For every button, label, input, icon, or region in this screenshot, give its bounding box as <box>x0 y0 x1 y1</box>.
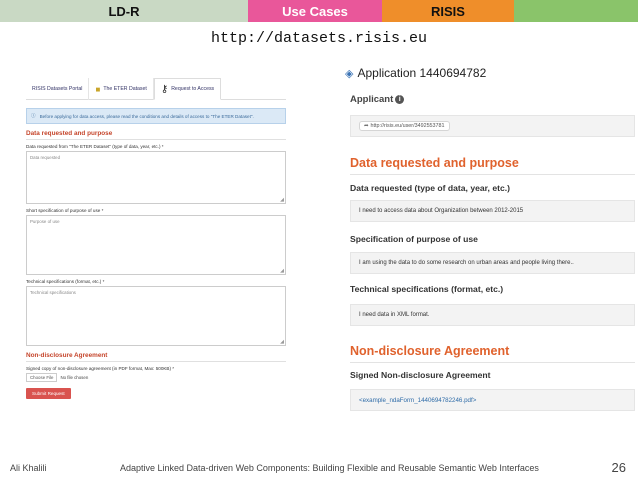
data-requested-label: Data requested (type of data, year, etc.… <box>350 183 510 193</box>
tab-label: Request to Access <box>171 86 215 92</box>
file-upload: Choose File No file chosen <box>26 373 286 382</box>
nda-label: Signed copy of non-disclosure agreement … <box>26 366 175 371</box>
tab-empty <box>514 0 638 22</box>
purpose-value: I am using the data to do some research … <box>350 252 635 274</box>
nda-file-link[interactable]: <example_ndaForm_1440694782246.pdf> <box>359 397 476 404</box>
applicant-label: Applicant i <box>350 94 405 105</box>
tab-use-cases: Use Cases <box>248 0 382 22</box>
tech-spec-value: I need data in XML format. <box>350 304 635 326</box>
application-title: ◈ Application 1440694782 <box>345 66 486 80</box>
tech-spec-label: Technical specifications (format, etc.) <box>350 284 504 294</box>
tab-datasets-portal[interactable]: RISIS Datasets Portal <box>26 78 90 100</box>
resize-grip[interactable]: ◢ <box>280 197 284 203</box>
purpose-text: I am using the data to do some research … <box>359 260 574 266</box>
technical-spec-textarea[interactable]: Technical specifications ◢ <box>26 286 286 346</box>
nda-section-title: Non-disclosure Agreement <box>26 352 108 359</box>
nda-section-title: Non-disclosure Agreement <box>350 344 510 358</box>
application-view-screenshot: ◈ Application 1440694782 Applicant i ➦ htt… <box>345 62 635 434</box>
data-section-title: Data requested and purpose <box>350 156 519 170</box>
slide-footer: Ali Khalili Adaptive Linked Data-driven … <box>0 459 638 479</box>
request-form-screenshot: RISIS Datasets Portal ■ The ETER Dataset … <box>26 78 286 438</box>
tab-risis: RISIS <box>382 0 514 22</box>
field-label: Technical specifications (format, etc.) … <box>26 279 105 284</box>
purpose-label: Specification of purpose of use <box>350 234 478 244</box>
info-icon: ⓘ <box>31 113 36 118</box>
form-tabs: RISIS Datasets Portal ■ The ETER Dataset … <box>26 78 286 100</box>
info-text: Before applying for data access, please … <box>39 113 254 119</box>
divider <box>26 139 286 140</box>
data-requested-value: I need to access data about Organization… <box>350 200 635 222</box>
form-section-title: Data requested and purpose <box>26 130 113 137</box>
applicant-label-text: Applicant <box>350 94 394 105</box>
tab-ld-r: LD-R <box>0 0 248 22</box>
application-title-text: Application 1440694782 <box>357 66 487 80</box>
choose-file-button[interactable]: Choose File <box>26 373 58 382</box>
tab-label: The ETER Dataset <box>103 86 147 92</box>
placeholder-text: Data requested <box>30 155 61 160</box>
cube-icon: ◈ <box>345 67 354 80</box>
data-requested-text: I need to access data about Organization… <box>359 208 524 214</box>
resize-grip[interactable]: ◢ <box>280 339 284 345</box>
footer-author: Ali Khalili <box>10 463 47 473</box>
folder-icon: ■ <box>95 84 101 94</box>
tab-eter-dataset[interactable]: ■ The ETER Dataset <box>89 78 154 100</box>
data-requested-textarea[interactable]: Data requested ◢ <box>26 151 286 204</box>
info-message: ⓘ Before applying for data access, pleas… <box>26 108 286 124</box>
applicant-uri-text: http://risis.eu/user/3492553781 <box>370 123 445 129</box>
purpose-textarea[interactable]: Purpose of use ◢ <box>26 215 286 275</box>
key-icon: ⚷ <box>160 83 169 95</box>
info-icon: i <box>395 95 405 104</box>
resize-grip[interactable]: ◢ <box>280 268 284 274</box>
section-tab-bar: LD-R Use Cases RISIS <box>0 0 638 22</box>
placeholder-text: Purpose of use <box>30 219 60 224</box>
footer-title: Adaptive Linked Data-driven Web Componen… <box>120 463 539 473</box>
tab-request-access[interactable]: ⚷ Request to Access <box>153 78 222 100</box>
divider <box>350 174 635 175</box>
tab-label: RISIS Datasets Portal <box>32 86 83 92</box>
nda-label: Signed Non-disclosure Agreement <box>350 370 491 380</box>
divider <box>350 362 635 363</box>
tech-spec-text: I need data in XML format. <box>359 312 430 318</box>
arrow-icon: ➦ <box>364 123 369 129</box>
applicant-uri[interactable]: ➦ http://risis.eu/user/3492553781 <box>359 121 450 131</box>
divider <box>26 361 286 362</box>
placeholder-text: Technical specifications <box>30 290 76 295</box>
submit-request-button[interactable]: Submit Request <box>26 388 71 399</box>
slide-url: http://datasets.risis.eu <box>210 30 428 47</box>
applicant-box: ➦ http://risis.eu/user/3492553781 <box>350 115 635 137</box>
file-status: No file chosen <box>60 375 89 380</box>
field-label: Short specification of purpose of use * <box>26 208 104 213</box>
page-number: 26 <box>611 460 626 475</box>
nda-file-box: <example_ndaForm_1440694782246.pdf> <box>350 389 635 411</box>
field-label: Data requested from "The ETER Dataset" (… <box>26 144 164 149</box>
